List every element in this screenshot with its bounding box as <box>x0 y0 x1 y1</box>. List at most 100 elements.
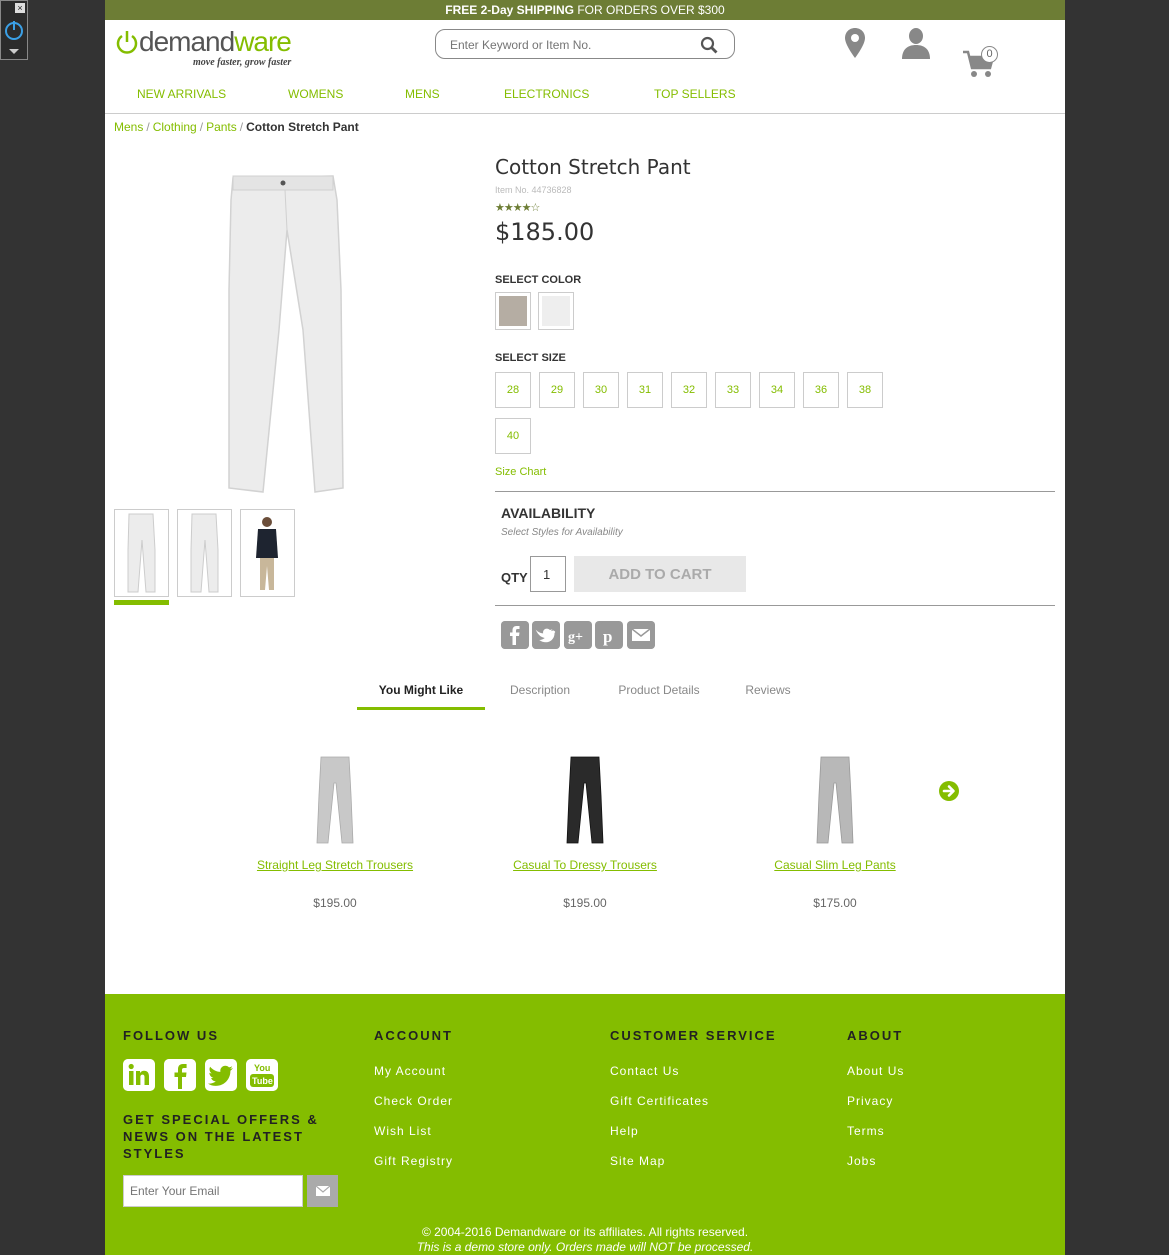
svg-text:Tube: Tube <box>252 1076 273 1086</box>
tab-you-might-like[interactable]: You Might Like <box>357 676 485 710</box>
breadcrumb-mens[interactable]: Mens <box>114 120 143 134</box>
footer-link-help[interactable]: Help <box>610 1124 639 1138</box>
recommendation-image[interactable] <box>805 755 865 845</box>
email-share-icon[interactable] <box>627 621 655 649</box>
search-icon[interactable] <box>700 36 718 54</box>
quantity-input[interactable] <box>530 556 566 592</box>
size-option-36[interactable]: 36 <box>803 372 839 408</box>
google-plus-share-icon[interactable]: g+ <box>564 621 592 649</box>
email-signup-input[interactable] <box>123 1175 303 1207</box>
footer-link-gift-certificates[interactable]: Gift Certificates <box>610 1094 709 1108</box>
breadcrumb-clothing[interactable]: Clothing <box>153 120 197 134</box>
footer-link-jobs[interactable]: Jobs <box>847 1154 876 1168</box>
size-option-38[interactable]: 38 <box>847 372 883 408</box>
recommendation-name[interactable]: Casual Slim Leg Pants <box>725 858 945 872</box>
nav-womens[interactable]: WOMENS <box>288 87 343 101</box>
footer-link-wish-list[interactable]: Wish List <box>374 1124 432 1138</box>
product-title: Cotton Stretch Pant <box>495 155 691 179</box>
footer-link-about-us[interactable]: About Us <box>847 1064 904 1078</box>
nav-top-sellers[interactable]: TOP SELLERS <box>654 87 736 101</box>
size-option-28[interactable]: 28 <box>495 372 531 408</box>
size-chart-link[interactable]: Size Chart <box>495 466 546 478</box>
footer-link-my-account[interactable]: My Account <box>374 1064 446 1078</box>
pinterest-share-icon[interactable]: p <box>595 621 623 649</box>
logo-power-icon <box>116 31 138 54</box>
facebook-icon[interactable] <box>164 1059 196 1091</box>
svg-text:g+: g+ <box>568 630 583 645</box>
select-size-label: SELECT SIZE <box>495 352 566 364</box>
customer-service-heading: CUSTOMER SERVICE <box>610 1028 777 1043</box>
size-option-40[interactable]: 40 <box>495 418 531 454</box>
search-input[interactable] <box>450 36 690 54</box>
nav-new-arrivals[interactable]: NEW ARRIVALS <box>137 87 226 101</box>
recommendation-image[interactable] <box>305 755 365 845</box>
search-box[interactable] <box>435 29 735 59</box>
tab-product-details[interactable]: Product Details <box>607 676 711 710</box>
logo[interactable]: demandware move faster, grow faster <box>115 26 315 68</box>
cart-count-badge: 0 <box>981 46 998 63</box>
facebook-share-icon[interactable] <box>501 621 529 649</box>
twitter-share-icon[interactable] <box>532 621 560 649</box>
linkedin-icon[interactable] <box>123 1059 155 1091</box>
breadcrumb-current: Cotton Stretch Pant <box>246 120 359 134</box>
footer-link-gift-registry[interactable]: Gift Registry <box>374 1154 453 1168</box>
product-thumbnail[interactable] <box>240 509 295 597</box>
breadcrumb-pants[interactable]: Pants <box>206 120 237 134</box>
swatch-fill <box>499 296 527 326</box>
nav-mens[interactable]: MENS <box>405 87 440 101</box>
tab-reviews[interactable]: Reviews <box>733 676 803 710</box>
footer-link-check-order[interactable]: Check Order <box>374 1094 453 1108</box>
product-thumbnail[interactable] <box>177 509 232 597</box>
recommendation-name[interactable]: Casual To Dressy Trousers <box>475 858 695 872</box>
promo-rest: FOR ORDERS OVER $300 <box>573 3 725 17</box>
twitter-icon[interactable] <box>205 1059 237 1091</box>
add-to-cart-button[interactable]: ADD TO CART <box>574 556 746 592</box>
product-main-image[interactable] <box>215 170 355 494</box>
nav-electronics[interactable]: ELECTRONICS <box>504 87 589 101</box>
close-icon[interactable]: × <box>15 3 25 13</box>
size-option-34[interactable]: 34 <box>759 372 795 408</box>
footer-link-terms[interactable]: Terms <box>847 1124 885 1138</box>
recommendation-item[interactable]: Casual To Dressy Trousers $195.00 <box>475 755 695 910</box>
color-swatch-white[interactable] <box>538 292 574 330</box>
size-option-29[interactable]: 29 <box>539 372 575 408</box>
rating-stars[interactable]: ★★★★☆ <box>495 201 1055 214</box>
cart-button[interactable]: 0 <box>962 46 1000 80</box>
account-icon[interactable] <box>901 27 931 59</box>
footer-link-privacy[interactable]: Privacy <box>847 1094 893 1108</box>
recommendation-item[interactable]: Casual Slim Leg Pants $175.00 <box>725 755 945 910</box>
divider <box>495 605 1055 606</box>
recommendation-name[interactable]: Straight Leg Stretch Trousers <box>225 858 445 872</box>
logo-tagline: move faster, grow faster <box>193 57 292 68</box>
footer-customer-service: CUSTOMER SERVICE Contact Us Gift Certifi… <box>610 1028 777 1168</box>
about-heading: ABOUT <box>847 1028 904 1043</box>
tab-description[interactable]: Description <box>495 676 585 710</box>
recommendation-image[interactable] <box>555 755 615 845</box>
store-locator-icon[interactable] <box>844 27 866 59</box>
power-icon[interactable] <box>3 19 25 41</box>
breadcrumb: Mens / Clothing / Pants / Cotton Stretch Pant <box>114 120 359 134</box>
pants-thumbnail-image <box>127 513 156 593</box>
swatch-fill <box>542 296 570 326</box>
logo-accent: ware <box>234 26 292 57</box>
size-option-30[interactable]: 30 <box>583 372 619 408</box>
size-option-33[interactable]: 33 <box>715 372 751 408</box>
footer-link-site-map[interactable]: Site Map <box>610 1154 665 1168</box>
page: FREE 2-Day SHIPPING FOR ORDERS OVER $300… <box>105 0 1065 1255</box>
size-option-31[interactable]: 31 <box>627 372 663 408</box>
offers-text: GET SPECIAL OFFERS & NEWS ON THE LATEST … <box>123 1112 319 1161</box>
product-thumbnail[interactable] <box>114 509 169 597</box>
copyright: © 2004-2016 Demandware or its affiliates… <box>105 1225 1065 1255</box>
color-swatch-khaki[interactable] <box>495 292 531 330</box>
youtube-icon[interactable]: You Tube <box>246 1059 278 1091</box>
email-submit-button[interactable] <box>307 1175 338 1207</box>
footer-link-contact-us[interactable]: Contact Us <box>610 1064 679 1078</box>
dropdown-arrow-icon[interactable] <box>9 49 19 54</box>
size-option-32[interactable]: 32 <box>671 372 707 408</box>
availability-title: AVAILABILITY <box>501 505 596 521</box>
debug-toolbar[interactable]: × <box>0 0 28 60</box>
footer: FOLLOW US You Tube GET SPECIAL OFFERS & … <box>105 994 1065 1255</box>
carousel-next-icon[interactable] <box>938 780 960 802</box>
recommendation-item[interactable]: Straight Leg Stretch Trousers $195.00 <box>225 755 445 910</box>
recommendation-price: $195.00 <box>563 896 607 910</box>
